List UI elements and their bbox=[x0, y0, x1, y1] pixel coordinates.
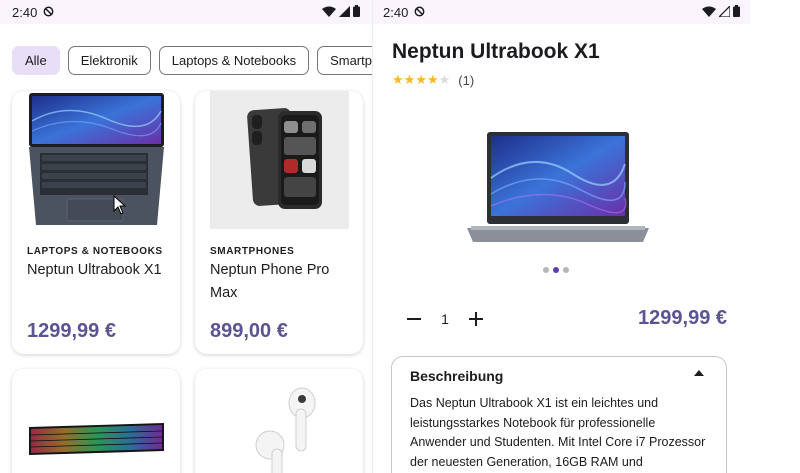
quantity-value: 1 bbox=[441, 311, 449, 327]
filter-chip-laptops[interactable]: Laptops & Notebooks bbox=[158, 46, 310, 75]
product-title: Neptun Ultrabook X1 bbox=[392, 40, 600, 63]
product-name: Neptun Phone Pro Max bbox=[210, 262, 330, 301]
product-image-laptop bbox=[27, 91, 166, 229]
cell-signal-icon bbox=[717, 4, 731, 20]
battery-icon bbox=[733, 4, 740, 20]
rating-stars: ★★★★★ bbox=[392, 72, 450, 88]
carousel-dot[interactable] bbox=[543, 267, 549, 273]
minus-icon[interactable] bbox=[403, 306, 425, 332]
product-category: SMARTPHONES bbox=[210, 246, 295, 257]
wifi-icon bbox=[322, 5, 336, 20]
star-filled-icon: ★ bbox=[426, 72, 439, 87]
quantity-stepper: 1 bbox=[403, 306, 487, 332]
plus-icon[interactable] bbox=[465, 306, 487, 332]
star-filled-icon: ★ bbox=[403, 72, 416, 87]
product-name: Neptun Ultrabook X1 bbox=[27, 262, 162, 278]
product-rating: ★★★★★ (1) bbox=[392, 72, 474, 88]
collapse-arrow-icon[interactable] bbox=[694, 370, 704, 376]
product-price: 1299,99 € bbox=[638, 307, 727, 329]
filter-chip-all[interactable]: Alle bbox=[12, 46, 60, 75]
status-time: 2:40 bbox=[12, 4, 38, 20]
product-card-laptop[interactable]: LAPTOPS & NOTEBOOKS Neptun Ultrabook X1 … bbox=[12, 91, 180, 354]
filter-chip-smartphones[interactable]: Smartphones bbox=[317, 46, 372, 75]
product-detail-screen: 2:40 Neptun Ultrabook X1 ★★★★★ (1) 1 129… bbox=[373, 0, 750, 473]
product-card-phone[interactable]: SMARTPHONES Neptun Phone Pro Max 899,00 … bbox=[195, 91, 363, 354]
status-bar: 2:40 bbox=[0, 0, 372, 24]
product-image-earbuds bbox=[210, 369, 349, 473]
product-card-keyboard[interactable] bbox=[12, 369, 180, 473]
product-price: 899,00 € bbox=[210, 320, 288, 342]
description-title: Beschreibung bbox=[410, 368, 504, 384]
description-text: Das Neptun Ultrabook X1 ist ein leichtes… bbox=[410, 396, 706, 469]
description-panel: Beschreibung Das Neptun Ultrabook X1 ist… bbox=[391, 356, 727, 473]
status-bar: 2:40 bbox=[373, 0, 750, 24]
product-image-phone bbox=[210, 91, 349, 229]
rating-count: (1) bbox=[458, 72, 475, 88]
do-not-disturb-icon bbox=[43, 5, 54, 20]
do-not-disturb-icon bbox=[414, 5, 425, 20]
category-filter-bar: Alle Elektronik Laptops & Notebooks Smar… bbox=[12, 46, 372, 75]
product-list-screen: 2:40 Alle Elektronik Laptops & Notebooks… bbox=[0, 0, 373, 473]
product-image-keyboard bbox=[27, 369, 166, 473]
product-price: 1299,99 € bbox=[27, 320, 116, 342]
product-card-earbuds[interactable] bbox=[195, 369, 363, 473]
carousel-dot[interactable] bbox=[563, 267, 569, 273]
star-filled-icon: ★ bbox=[392, 72, 404, 87]
cell-signal-icon bbox=[339, 5, 350, 20]
carousel-indicator bbox=[543, 267, 569, 273]
status-time: 2:40 bbox=[383, 4, 409, 20]
carousel-dot[interactable] bbox=[553, 267, 559, 273]
product-category: LAPTOPS & NOTEBOOKS bbox=[27, 246, 163, 257]
product-image-carousel[interactable] bbox=[463, 128, 653, 248]
battery-icon bbox=[353, 4, 360, 20]
star-empty-icon: ★ bbox=[438, 72, 451, 87]
star-filled-icon: ★ bbox=[415, 72, 427, 87]
filter-chip-electronics[interactable]: Elektronik bbox=[67, 46, 151, 75]
wifi-icon bbox=[702, 5, 716, 20]
